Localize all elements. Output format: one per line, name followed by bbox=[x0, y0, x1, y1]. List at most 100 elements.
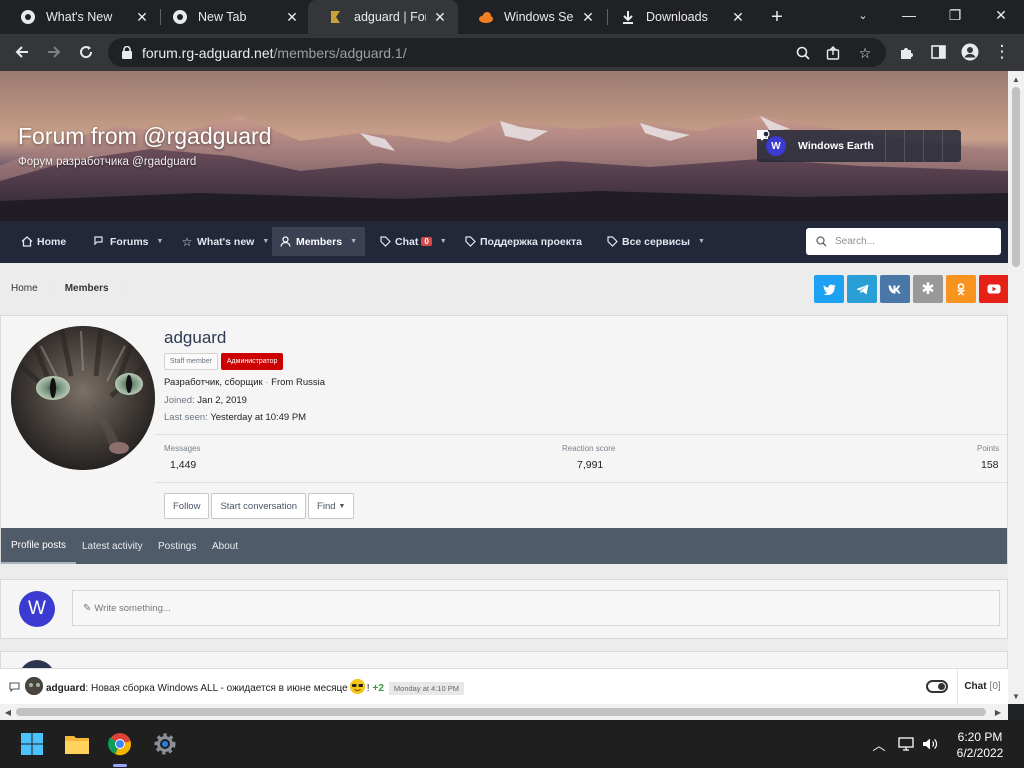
tab-strip: What's New ✕ New Tab ✕ adguard | Forum ✕… bbox=[0, 0, 1024, 34]
horizontal-scrollbar[interactable]: ◀ ▶ bbox=[0, 704, 1008, 720]
tab-about[interactable]: About bbox=[202, 528, 248, 564]
vertical-scrollbar[interactable]: ▲ ▼ bbox=[1008, 71, 1024, 704]
open-chat-button[interactable]: Chat [0] bbox=[957, 669, 1007, 704]
forward-arrow-icon[interactable] bbox=[39, 37, 69, 67]
tab-title: What's New bbox=[46, 10, 113, 24]
find-button[interactable]: Find ▼ bbox=[308, 493, 355, 519]
nav-support-project[interactable]: Поддержка проекта bbox=[456, 227, 590, 256]
nav-whats-new[interactable]: ☆ What's new ▼ bbox=[173, 227, 277, 256]
close-icon[interactable]: ✕ bbox=[730, 9, 746, 25]
site-title[interactable]: Forum from @rgadguard bbox=[18, 123, 271, 150]
tab-search-chevron-icon[interactable]: ⌄ bbox=[840, 0, 886, 30]
asterisk-icon[interactable]: ✱ bbox=[913, 275, 943, 303]
tab-profile-posts[interactable]: Profile posts bbox=[1, 528, 77, 564]
stat-points-value[interactable]: 158 bbox=[981, 459, 999, 471]
close-icon[interactable]: ✕ bbox=[134, 9, 150, 25]
chevron-down-icon[interactable]: ▼ bbox=[262, 238, 269, 245]
scroll-down-arrow-icon[interactable]: ▼ bbox=[1008, 688, 1024, 704]
joined-date: Jan 2, 2019 bbox=[197, 395, 247, 406]
bookmark-star-icon[interactable]: ☆ bbox=[854, 42, 876, 64]
chat-author[interactable]: adguard bbox=[46, 683, 85, 694]
tab-downloads[interactable]: Downloads ✕ bbox=[600, 0, 756, 34]
volume-icon[interactable] bbox=[921, 735, 939, 753]
scroll-up-arrow-icon[interactable]: ▲ bbox=[1008, 71, 1024, 87]
telegram-icon[interactable] bbox=[847, 275, 877, 303]
close-window-icon[interactable]: ✕ bbox=[978, 0, 1024, 30]
write-something-input[interactable]: ✎ Write something... bbox=[72, 590, 1000, 626]
new-tab-button[interactable]: + bbox=[765, 5, 789, 29]
caret-down-icon: ▼ bbox=[338, 502, 346, 510]
start-conversation-button[interactable]: Start conversation bbox=[211, 493, 307, 519]
chat-bubble-icon[interactable] bbox=[8, 681, 20, 693]
scrollbar-thumb[interactable] bbox=[16, 708, 986, 716]
account-menu[interactable]: W Windows Earth bbox=[757, 130, 885, 162]
inbox-envelope-icon[interactable] bbox=[757, 130, 904, 162]
tab-adguard-forum[interactable]: adguard | Forum ✕ bbox=[308, 0, 458, 34]
extensions-puzzle-icon[interactable] bbox=[891, 37, 921, 67]
chat-author-avatar[interactable] bbox=[25, 677, 43, 695]
address-bar[interactable]: forum.rg-adguard.net/members/adguard.1/ … bbox=[108, 38, 886, 67]
member-avatar[interactable] bbox=[11, 326, 155, 470]
chevron-down-icon[interactable]: ▼ bbox=[698, 238, 705, 245]
system-clock[interactable]: 6:20 PM 6/2/2022 bbox=[944, 729, 1016, 761]
chevron-down-icon[interactable]: ▼ bbox=[440, 238, 447, 245]
nav-all-services[interactable]: Все сервисы ▼ bbox=[598, 227, 713, 256]
account-username: Windows Earth bbox=[798, 140, 874, 152]
search-input[interactable]: Search... bbox=[806, 228, 1001, 255]
github-icon bbox=[20, 9, 36, 25]
network-icon[interactable] bbox=[897, 735, 915, 753]
side-panel-icon[interactable] bbox=[923, 37, 953, 67]
kebab-menu-icon[interactable]: ⋮ bbox=[987, 37, 1017, 67]
dark-mode-moon-icon[interactable] bbox=[757, 130, 961, 162]
vk-icon[interactable] bbox=[880, 275, 910, 303]
chat-latest-message[interactable]: adguard : Новая сборка Windows ALL - ожи… bbox=[46, 679, 464, 696]
chevron-down-icon[interactable]: ▼ bbox=[350, 238, 357, 245]
restore-icon[interactable]: ❐ bbox=[932, 0, 978, 30]
follow-button[interactable]: Follow bbox=[164, 493, 210, 519]
youtube-icon[interactable] bbox=[979, 275, 1008, 303]
scrollbar-thumb[interactable] bbox=[1012, 87, 1020, 267]
minimize-icon[interactable]: — bbox=[886, 0, 932, 30]
nav-members[interactable]: Members ▼ bbox=[272, 227, 365, 256]
tab-windows-server[interactable]: Windows Server ✕ bbox=[458, 0, 606, 34]
member-location[interactable]: From Russia bbox=[271, 377, 325, 388]
zoom-icon[interactable] bbox=[792, 42, 814, 64]
tab-new-tab[interactable]: New Tab ✕ bbox=[152, 0, 310, 34]
tab-latest-activity[interactable]: Latest activity bbox=[72, 528, 153, 564]
share-icon[interactable] bbox=[822, 42, 844, 64]
scroll-right-arrow-icon[interactable]: ▶ bbox=[990, 704, 1006, 720]
close-icon[interactable]: ✕ bbox=[432, 9, 448, 25]
odnoklassniki-icon[interactable] bbox=[946, 275, 976, 303]
settings-gear-icon[interactable] bbox=[151, 730, 179, 758]
composer-avatar[interactable]: W bbox=[19, 591, 55, 627]
twitter-icon[interactable] bbox=[814, 275, 844, 303]
close-icon[interactable]: ✕ bbox=[284, 9, 300, 25]
chat-button-label: Chat bbox=[964, 681, 987, 692]
chevron-down-icon[interactable]: ▼ bbox=[157, 238, 164, 245]
windows-start-icon[interactable] bbox=[18, 730, 46, 758]
alerts-bell-icon[interactable] bbox=[758, 130, 923, 162]
comments-icon bbox=[94, 236, 106, 248]
nav-chat[interactable]: Chat 0 ▼ bbox=[371, 227, 455, 256]
chrome-taskbar-icon[interactable] bbox=[106, 730, 134, 758]
tab-whats-new[interactable]: What's New ✕ bbox=[0, 0, 160, 34]
close-icon[interactable]: ✕ bbox=[580, 9, 596, 25]
search-icon bbox=[815, 236, 827, 248]
chat-toggle-switch[interactable] bbox=[926, 680, 948, 693]
chevron-up-icon[interactable]: ︿ bbox=[870, 735, 888, 753]
user-avatar: W bbox=[766, 136, 786, 156]
breadcrumb-home[interactable]: Home bbox=[0, 273, 54, 303]
lock-icon[interactable] bbox=[120, 46, 134, 60]
nav-forums-label: Forums bbox=[110, 235, 149, 248]
tab-postings[interactable]: Postings bbox=[148, 528, 206, 564]
file-explorer-icon[interactable] bbox=[63, 730, 91, 758]
breadcrumb-members[interactable]: Members bbox=[54, 273, 125, 303]
stat-messages-value[interactable]: 1,449 bbox=[170, 459, 196, 471]
reload-icon[interactable] bbox=[71, 37, 101, 67]
back-arrow-icon[interactable] bbox=[7, 37, 37, 67]
scroll-left-arrow-icon[interactable]: ◀ bbox=[0, 704, 16, 720]
nav-home[interactable]: Home bbox=[13, 227, 74, 256]
profile-avatar-icon[interactable] bbox=[955, 37, 985, 67]
nav-forums[interactable]: Forums ▼ bbox=[86, 227, 171, 256]
toggle-icon[interactable] bbox=[757, 130, 942, 162]
